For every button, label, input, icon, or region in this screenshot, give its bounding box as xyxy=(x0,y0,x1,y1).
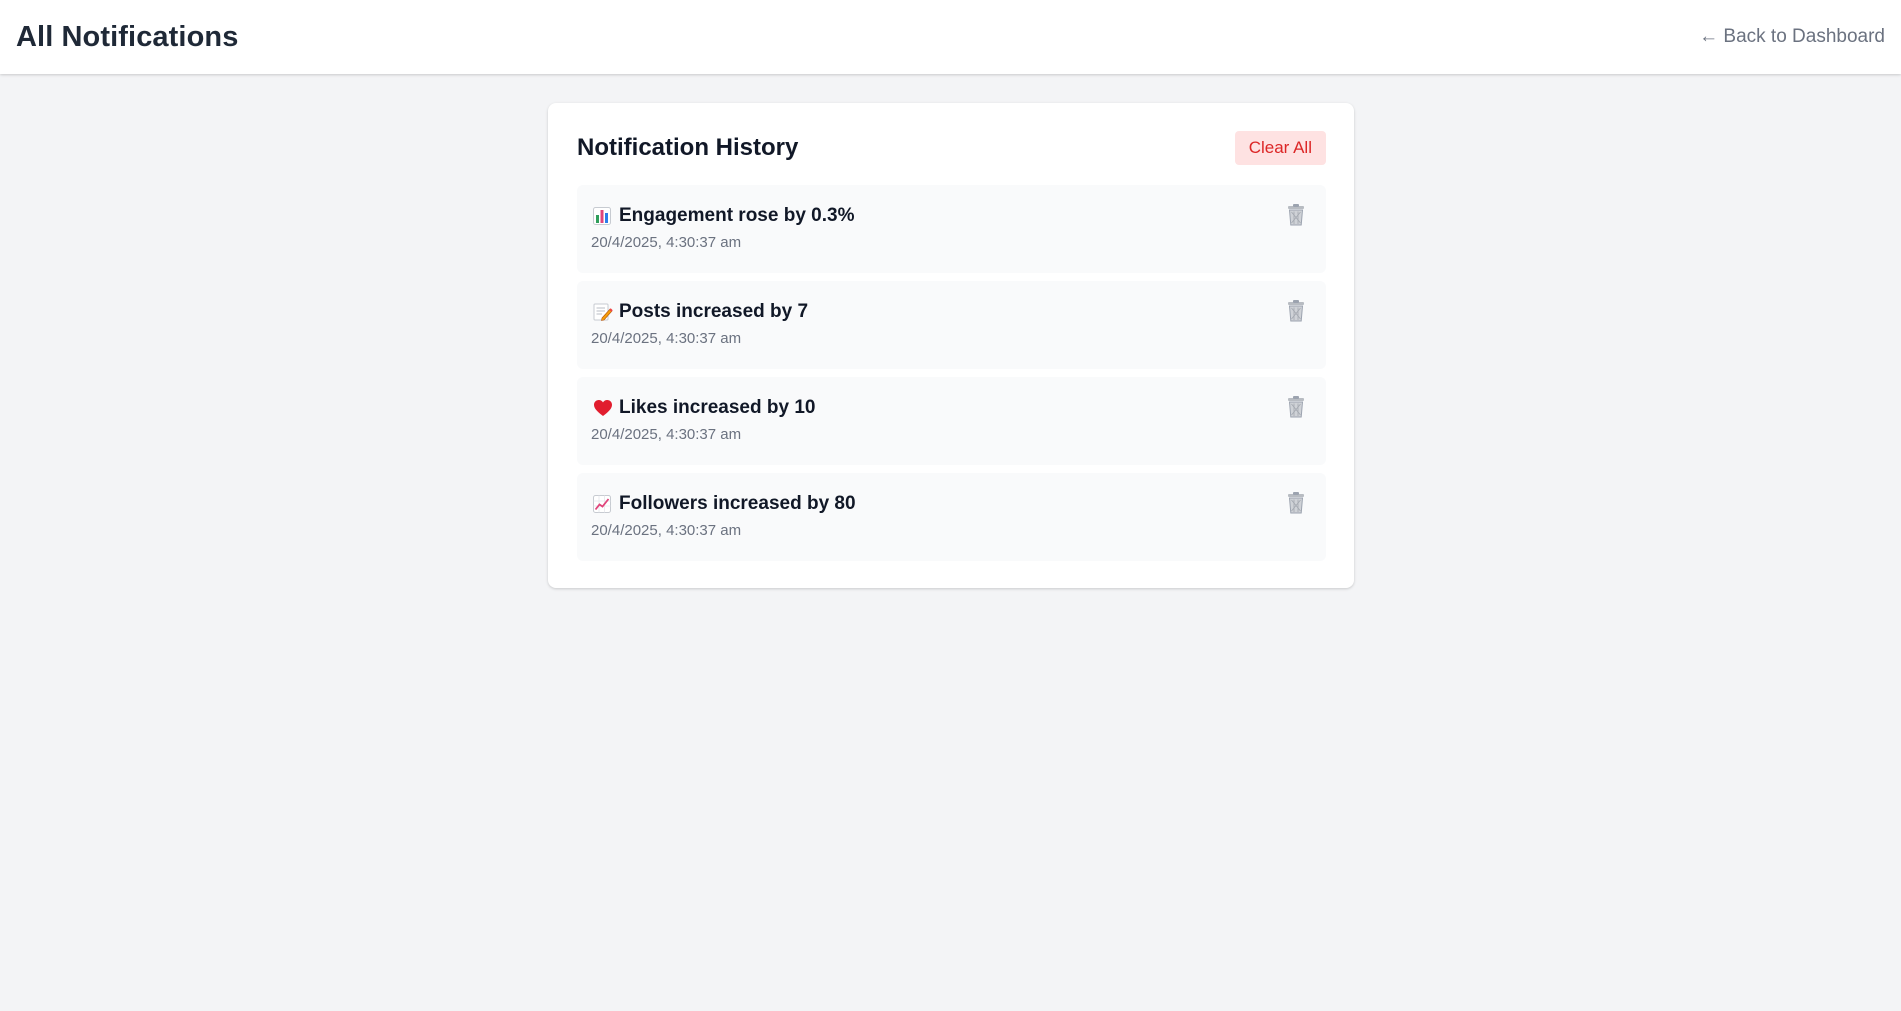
notification-text: Followers increased by 80 xyxy=(619,493,856,514)
notification-text: Engagement rose by 0.3% xyxy=(619,205,855,226)
notification-text: Likes increased by 10 xyxy=(619,397,816,418)
bar-chart-icon xyxy=(593,205,619,227)
notification-item: Posts increased by 7 20/4/2025, 4:30:37 … xyxy=(577,281,1326,369)
notification-history-card: Notification History Clear All Engagemen… xyxy=(548,103,1354,588)
notification-time: 20/4/2025, 4:30:37 am xyxy=(591,234,742,251)
notification-time: 20/4/2025, 4:30:37 am xyxy=(591,426,742,443)
notification-text: Posts increased by 7 xyxy=(619,301,809,322)
notification-item: Likes increased by 10 20/4/2025, 4:30:37… xyxy=(577,377,1326,465)
delete-notification-button[interactable] xyxy=(1284,203,1308,229)
notification-title-row: Engagement rose by 0.3% xyxy=(591,203,1312,229)
delete-notification-button[interactable] xyxy=(1284,491,1308,517)
page-title: All Notifications xyxy=(16,20,239,53)
notification-item: Followers increased by 80 20/4/2025, 4:3… xyxy=(577,473,1326,561)
notification-list: Engagement rose by 0.3% 20/4/2025, 4:30:… xyxy=(577,185,1326,561)
card-header: Notification History Clear All xyxy=(577,131,1326,165)
card-title: Notification History xyxy=(577,134,799,161)
trash-icon xyxy=(1286,491,1306,517)
top-bar: All Notifications ← Back to Dashboard xyxy=(0,0,1901,74)
notification-title-row: Posts increased by 7 xyxy=(591,299,1312,325)
notification-time: 20/4/2025, 4:30:37 am xyxy=(591,522,742,539)
notification-time: 20/4/2025, 4:30:37 am xyxy=(591,330,742,347)
notification-title-row: Followers increased by 80 xyxy=(591,491,1312,517)
notification-title-row: Likes increased by 10 xyxy=(591,395,1312,421)
clear-all-button[interactable]: Clear All xyxy=(1234,131,1326,165)
notification-item: Engagement rose by 0.3% 20/4/2025, 4:30:… xyxy=(577,185,1326,273)
heart-icon xyxy=(593,397,619,419)
delete-notification-button[interactable] xyxy=(1284,299,1308,325)
trending-up-icon xyxy=(593,493,619,515)
delete-notification-button[interactable] xyxy=(1284,395,1308,421)
trash-icon xyxy=(1286,203,1306,229)
back-to-dashboard-link[interactable]: ← Back to Dashboard xyxy=(1699,26,1885,48)
memo-icon xyxy=(593,301,619,323)
trash-icon xyxy=(1286,395,1306,421)
trash-icon xyxy=(1286,299,1306,325)
